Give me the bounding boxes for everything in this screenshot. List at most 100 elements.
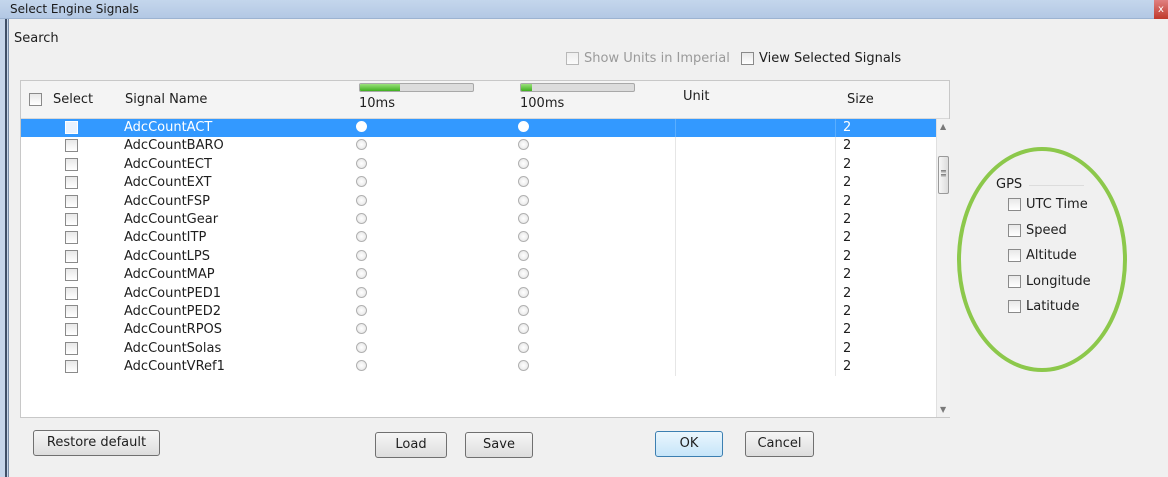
- scroll-thumb[interactable]: ═ ═: [938, 156, 949, 194]
- table-row[interactable]: AdcCountSolas 2: [21, 339, 936, 359]
- rate-10ms-radio[interactable]: [356, 268, 367, 280]
- unit-cell[interactable]: [675, 339, 836, 359]
- unit-cell[interactable]: [675, 358, 836, 377]
- unit-cell[interactable]: [675, 119, 836, 138]
- header-unit[interactable]: Unit: [683, 89, 709, 104]
- rate-10ms-radio[interactable]: [356, 231, 367, 243]
- ok-button[interactable]: OK: [655, 431, 723, 457]
- row-select-checkbox[interactable]: [65, 194, 78, 208]
- load-button[interactable]: Load: [375, 432, 447, 458]
- header-signal-name[interactable]: Signal Name: [125, 92, 207, 107]
- rate-100ms-radio[interactable]: [518, 249, 529, 261]
- table-row[interactable]: AdcCountPED1 2: [21, 284, 936, 303]
- rate-100ms-radio[interactable]: [518, 212, 529, 224]
- table-row[interactable]: AdcCountGear 2: [21, 210, 936, 230]
- table-row[interactable]: AdcCountBARO 2: [21, 137, 936, 156]
- unit-cell[interactable]: [675, 192, 836, 211]
- view-selected-signals-option[interactable]: View Selected Signals: [741, 51, 901, 66]
- row-select-checkbox[interactable]: [65, 360, 78, 374]
- gps-option-checkbox[interactable]: [1008, 198, 1021, 211]
- gps-option[interactable]: Latitude: [996, 299, 1126, 325]
- unit-cell[interactable]: [675, 229, 836, 248]
- table-vertical-scrollbar[interactable]: ▲ ═ ═ ▼: [936, 119, 950, 417]
- rate-100ms-radio[interactable]: [518, 341, 529, 353]
- unit-cell[interactable]: [675, 302, 836, 322]
- rate-10ms-radio[interactable]: [356, 176, 367, 188]
- row-select-checkbox[interactable]: [65, 121, 78, 134]
- gps-option-checkbox[interactable]: [1008, 249, 1021, 262]
- unit-cell[interactable]: [675, 266, 836, 285]
- gps-option[interactable]: Speed: [996, 223, 1126, 249]
- rate-100ms-radio[interactable]: [518, 286, 529, 298]
- row-select-checkbox[interactable]: [65, 157, 78, 171]
- gps-option-checkbox[interactable]: [1008, 223, 1021, 237]
- table-row[interactable]: AdcCountEXT 2: [21, 174, 936, 193]
- unit-cell[interactable]: [675, 137, 836, 156]
- view-selected-signals-checkbox[interactable]: [741, 52, 754, 65]
- row-select-checkbox[interactable]: [65, 249, 78, 263]
- table-row[interactable]: AdcCountFSP 2: [21, 192, 936, 211]
- rate-10ms-radio[interactable]: [356, 139, 367, 151]
- gps-option[interactable]: UTC Time: [996, 197, 1126, 223]
- row-select-checkbox[interactable]: [65, 176, 78, 190]
- unit-cell[interactable]: [675, 210, 836, 230]
- gps-option[interactable]: Longitude: [996, 274, 1126, 300]
- close-icon[interactable]: x: [1154, 0, 1168, 19]
- unit-cell[interactable]: [675, 247, 836, 267]
- rate-100ms-radio[interactable]: [518, 176, 529, 188]
- rate-10ms-radio[interactable]: [356, 323, 367, 335]
- select-all-checkbox[interactable]: [29, 93, 42, 106]
- rate-100ms-radio[interactable]: [518, 323, 529, 335]
- rate-10ms-radio[interactable]: [356, 157, 367, 169]
- table-row[interactable]: AdcCountVRef1 2: [21, 358, 936, 377]
- row-select-checkbox[interactable]: [65, 341, 78, 355]
- rate-100ms-radio[interactable]: [518, 121, 529, 132]
- rate-100ms-radio[interactable]: [518, 268, 529, 280]
- cancel-button[interactable]: Cancel: [745, 431, 814, 457]
- unit-cell[interactable]: [675, 284, 836, 303]
- rate-100ms-radio[interactable]: [518, 194, 529, 206]
- gps-option-checkbox[interactable]: [1008, 300, 1021, 313]
- rate-10ms-radio[interactable]: [356, 341, 367, 353]
- unit-cell[interactable]: [675, 174, 836, 193]
- row-select-checkbox[interactable]: [65, 268, 78, 282]
- save-button[interactable]: Save: [465, 432, 533, 458]
- rate-10ms-radio[interactable]: [356, 304, 367, 316]
- search-input[interactable]: [70, 30, 180, 48]
- table-row[interactable]: AdcCountRPOS 2: [21, 321, 936, 340]
- unit-cell[interactable]: [675, 321, 836, 340]
- gps-option[interactable]: Altitude: [996, 248, 1126, 274]
- header-100ms[interactable]: 100ms: [520, 96, 564, 111]
- table-row[interactable]: AdcCountPED2 2: [21, 302, 936, 322]
- row-select-checkbox[interactable]: [65, 231, 78, 245]
- table-row[interactable]: AdcCountITP 2: [21, 229, 936, 248]
- rate-10ms-radio[interactable]: [356, 121, 367, 132]
- header-select[interactable]: Select: [53, 92, 93, 107]
- rate-100ms-radio[interactable]: [518, 139, 529, 151]
- table-row[interactable]: AdcCountECT 2: [21, 155, 936, 175]
- rate-10ms-radio[interactable]: [356, 212, 367, 224]
- scroll-down-icon[interactable]: ▼: [940, 405, 946, 414]
- rate-100ms-radio[interactable]: [518, 231, 529, 243]
- row-select-checkbox[interactable]: [65, 212, 78, 226]
- restore-default-button[interactable]: Restore default: [33, 430, 160, 456]
- rate-100ms-radio[interactable]: [518, 360, 529, 372]
- title-bar[interactable]: Select Engine Signals x: [0, 0, 1168, 19]
- rate-100ms-radio[interactable]: [518, 157, 529, 169]
- rate-10ms-radio[interactable]: [356, 360, 367, 372]
- unit-cell[interactable]: [675, 155, 836, 175]
- table-row[interactable]: AdcCountACT 2: [21, 119, 936, 138]
- scroll-up-icon[interactable]: ▲: [940, 122, 946, 131]
- rate-10ms-radio[interactable]: [356, 249, 367, 261]
- table-row[interactable]: AdcCountLPS 2: [21, 247, 936, 267]
- header-10ms[interactable]: 10ms: [359, 96, 395, 111]
- header-size[interactable]: Size: [847, 92, 874, 107]
- row-select-checkbox[interactable]: [65, 139, 78, 153]
- row-select-checkbox[interactable]: [65, 286, 78, 300]
- rate-100ms-radio[interactable]: [518, 304, 529, 316]
- rate-10ms-radio[interactable]: [356, 286, 367, 298]
- rate-10ms-radio[interactable]: [356, 194, 367, 206]
- row-select-checkbox[interactable]: [65, 304, 78, 318]
- gps-option-checkbox[interactable]: [1008, 274, 1021, 288]
- row-select-checkbox[interactable]: [65, 323, 78, 337]
